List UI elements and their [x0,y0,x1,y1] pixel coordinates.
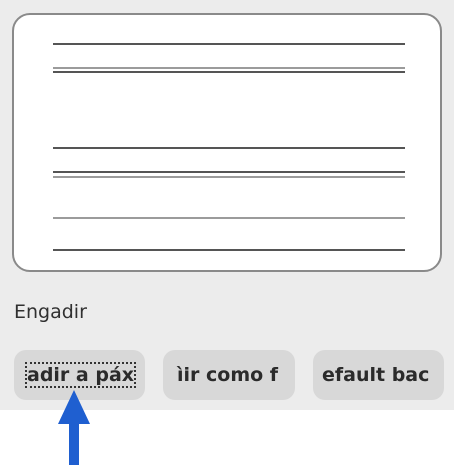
preview-line [53,147,405,149]
page-style-preview[interactable] [12,13,442,272]
preview-line [53,43,405,45]
preview-line [53,71,405,73]
preview-line [53,171,405,173]
save-as-button[interactable]: ìir como f [163,350,295,400]
add-to-page-button-label: adir a páx [25,362,137,388]
preview-line [53,67,405,69]
up-arrow-icon [58,390,90,465]
preview-line [53,217,405,219]
preview-line [53,249,405,251]
default-background-button-label: efault bac [322,364,430,386]
default-background-button[interactable]: efault bac [313,350,444,400]
properties-panel: Engadir adir a páx ìir como f efault bac [0,0,454,410]
save-as-button-label: ìir como f [177,364,279,386]
section-label: Engadir [14,301,87,323]
preview-line [53,176,405,178]
